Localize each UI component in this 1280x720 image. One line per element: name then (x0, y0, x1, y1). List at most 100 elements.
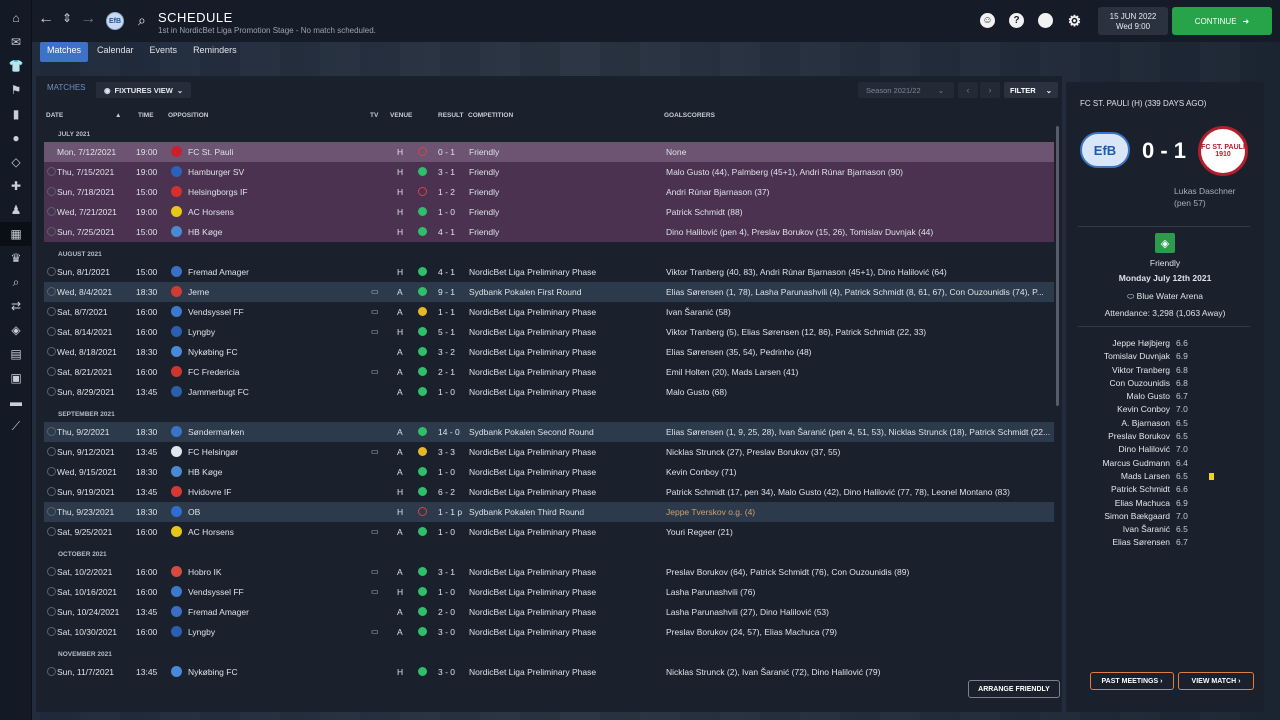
row-select-circle[interactable] (47, 167, 56, 176)
row-select-circle[interactable] (47, 527, 56, 536)
col-time[interactable]: TIME (138, 112, 154, 119)
player-rating-row[interactable]: Kevin Conboy 7.0 (1066, 404, 1264, 417)
opponent-name[interactable]: Lyngby (188, 327, 368, 337)
row-select-circle[interactable] (47, 347, 56, 356)
fixture-row[interactable]: Sun, 8/1/2021 15:00 Fremad Amager H 4 - 1 Nor… (44, 262, 1054, 282)
col-tv[interactable]: TV (370, 112, 378, 119)
tab-reminders[interactable]: Reminders (186, 42, 244, 62)
competition[interactable]: NordicBet Liga Preliminary Phase (469, 387, 659, 397)
player-rating-row[interactable]: Elias Sørensen 6.7 (1066, 537, 1264, 550)
opponent-name[interactable]: Jerne (188, 287, 368, 297)
competition[interactable]: NordicBet Liga Preliminary Phase (469, 527, 659, 537)
competition[interactable]: NordicBet Liga Preliminary Phase (469, 307, 659, 317)
fixture-row[interactable]: Sun, 9/12/2021 13:45 FC Helsingør ▭ A 3 - 3 No… (44, 442, 1054, 462)
row-select-circle[interactable] (47, 507, 56, 516)
opponent-name[interactable]: FC St. Pauli (188, 147, 368, 157)
competition[interactable]: NordicBet Liga Preliminary Phase (469, 607, 659, 617)
fixture-row[interactable]: Sun, 8/29/2021 13:45 Jammerbugt FC A 1 - 0 No… (44, 382, 1054, 402)
col-competition[interactable]: COMPETITION (468, 112, 513, 119)
scouting-icon[interactable]: ⌕ (0, 270, 32, 294)
fixture-row[interactable]: Sun, 9/19/2021 13:45 Hvidovre IF H 6 - 2 Nord… (44, 482, 1054, 502)
row-select-circle[interactable] (47, 287, 56, 296)
col-goalscorers[interactable]: GOALSCORERS (664, 112, 715, 119)
fixture-row[interactable]: Sun, 7/18/2021 15:00 Helsingborgs IF H 1 - 2… (44, 182, 1054, 202)
home-club-crest[interactable]: EfB (1080, 132, 1130, 168)
social-feed-icon[interactable]: ☺ (980, 13, 995, 28)
prev-season-button[interactable]: ‹ (958, 82, 978, 98)
continue-button[interactable]: CONTINUE ➜ (1172, 7, 1272, 35)
view-match-button[interactable]: VIEW MATCH › (1178, 672, 1254, 690)
season-selector[interactable]: Season 2021/22 ⌄ (858, 82, 954, 98)
fixture-row[interactable]: Mon, 7/12/2021 19:00 FC St. Pauli H 0 - 1 Fri… (44, 142, 1054, 162)
squad-icon[interactable]: 👕 (0, 54, 32, 78)
finances-icon[interactable]: ▤ (0, 342, 32, 366)
competitions-icon[interactable]: ♛ (0, 246, 32, 270)
fixture-row[interactable]: Wed, 8/4/2021 18:30 Jerne ▭ A 9 - 1 Sydbank Po… (44, 282, 1054, 302)
opponent-name[interactable]: Hamburger SV (188, 167, 368, 177)
dynamics-icon[interactable]: ♟ (0, 198, 32, 222)
competition[interactable]: Friendly (469, 167, 659, 177)
competition[interactable]: Friendly (469, 147, 659, 157)
arrange-friendly-button[interactable]: ARRANGE FRIENDLY (968, 680, 1060, 698)
col-opposition[interactable]: OPPOSITION (168, 112, 208, 119)
fixture-row[interactable]: Sat, 10/2/2021 16:00 Hobro IK ▭ A 3 - 1 Nordic… (44, 562, 1054, 582)
opponent-name[interactable]: HB Køge (188, 227, 368, 237)
settings-gear-icon[interactable]: ⚙ (1067, 13, 1082, 30)
past-meetings-button[interactable]: PAST MEETINGS › (1090, 672, 1174, 690)
opponent-name[interactable]: Lyngby (188, 627, 368, 637)
opponent-name[interactable]: Hvidovre IF (188, 487, 368, 497)
back-arrow-icon[interactable]: ← (38, 10, 54, 28)
fixture-row[interactable]: Sat, 8/21/2021 16:00 FC Fredericia ▭ A 2 - 1N… (44, 362, 1054, 382)
competition[interactable]: Sydbank Pokalen Second Round (469, 427, 659, 437)
player-rating-row[interactable]: Marcus Gudmann 6.4 (1066, 458, 1264, 471)
row-select-circle[interactable] (47, 627, 56, 636)
row-select-circle[interactable] (47, 427, 56, 436)
competition[interactable]: NordicBet Liga Preliminary Phase (469, 447, 659, 457)
tactics-icon[interactable]: ⚑ (0, 78, 32, 102)
opponent-name[interactable]: Vendsyssel FF (188, 587, 368, 597)
competition[interactable]: NordicBet Liga Preliminary Phase (469, 267, 659, 277)
opponent-name[interactable]: AC Horsens (188, 207, 368, 217)
report-icon[interactable]: ▬ (0, 390, 32, 414)
row-select-circle[interactable] (47, 187, 56, 196)
competition[interactable]: NordicBet Liga Preliminary Phase (469, 587, 659, 597)
row-select-circle[interactable] (47, 267, 56, 276)
fixture-row[interactable]: Thu, 9/23/2021 18:30 OB H 1 - 1 p Sydbank Pok… (44, 502, 1054, 522)
fixture-row[interactable]: Sat, 8/14/2021 16:00 Lyngby ▭ H 5 - 1 NordicBe… (44, 322, 1054, 342)
row-select-circle[interactable] (47, 227, 56, 236)
fixture-row[interactable]: Sat, 10/30/2021 16:00 Lyngby ▭ A 3 - 0 NordicB… (44, 622, 1054, 642)
row-select-circle[interactable] (47, 567, 56, 576)
forward-arrow-icon[interactable]: → (80, 10, 96, 28)
row-select-circle[interactable] (47, 667, 56, 676)
opponent-name[interactable]: Hobro IK (188, 567, 368, 577)
row-select-circle[interactable] (47, 307, 56, 316)
home-icon[interactable]: ⌂ (0, 6, 32, 30)
player-rating-row[interactable]: Mads Larsen 6.5 (1066, 471, 1264, 484)
club-badge[interactable]: EfB (106, 12, 124, 30)
tab-calendar[interactable]: Calendar (90, 42, 141, 62)
player-rating-row[interactable]: Con Ouzounidis 6.8 (1066, 378, 1264, 391)
fixture-row[interactable]: Wed, 9/15/2021 18:30 HB Køge A 1 - 0 NordicBe… (44, 462, 1054, 482)
goalscorer-name[interactable]: Lukas Daschner (1174, 186, 1235, 196)
opponent-name[interactable]: Fremad Amager (188, 267, 368, 277)
staff-icon[interactable]: ● (0, 126, 32, 150)
fixture-row[interactable]: Sat, 9/25/2021 16:00 AC Horsens ▭ A 1 - 0 Nord… (44, 522, 1054, 542)
opponent-name[interactable]: OB (188, 507, 368, 517)
fixture-row[interactable]: Sun, 11/7/2021 13:45 Nykøbing FC H 3 - 0 Nord… (44, 662, 1054, 682)
transfers-icon[interactable]: ⇄ (0, 294, 32, 318)
player-rating-row[interactable]: Jeppe Højbjerg 6.6 (1066, 338, 1264, 351)
next-season-button[interactable]: › (980, 82, 1000, 98)
competition[interactable]: NordicBet Liga Preliminary Phase (469, 467, 659, 477)
player-rating-row[interactable]: Preslav Borukov 6.5 (1066, 431, 1264, 444)
opponent-name[interactable]: FC Helsingør (188, 447, 368, 457)
opponent-name[interactable]: Søndermarken (188, 427, 368, 437)
col-result[interactable]: RESULT (438, 112, 464, 119)
row-select-circle[interactable] (47, 487, 56, 496)
filter-button[interactable]: FILTER ⌄ (1004, 82, 1058, 98)
fixture-row[interactable]: Thu, 9/2/2021 18:30 Søndermarken A 14 - 0 Syd… (44, 422, 1054, 442)
competition[interactable]: Friendly (469, 207, 659, 217)
help-icon[interactable]: ? (1009, 13, 1024, 28)
competition[interactable]: NordicBet Liga Preliminary Phase (469, 347, 659, 357)
competition[interactable]: NordicBet Liga Preliminary Phase (469, 487, 659, 497)
player-rating-row[interactable]: Elias Machuca 6.9 (1066, 498, 1264, 511)
